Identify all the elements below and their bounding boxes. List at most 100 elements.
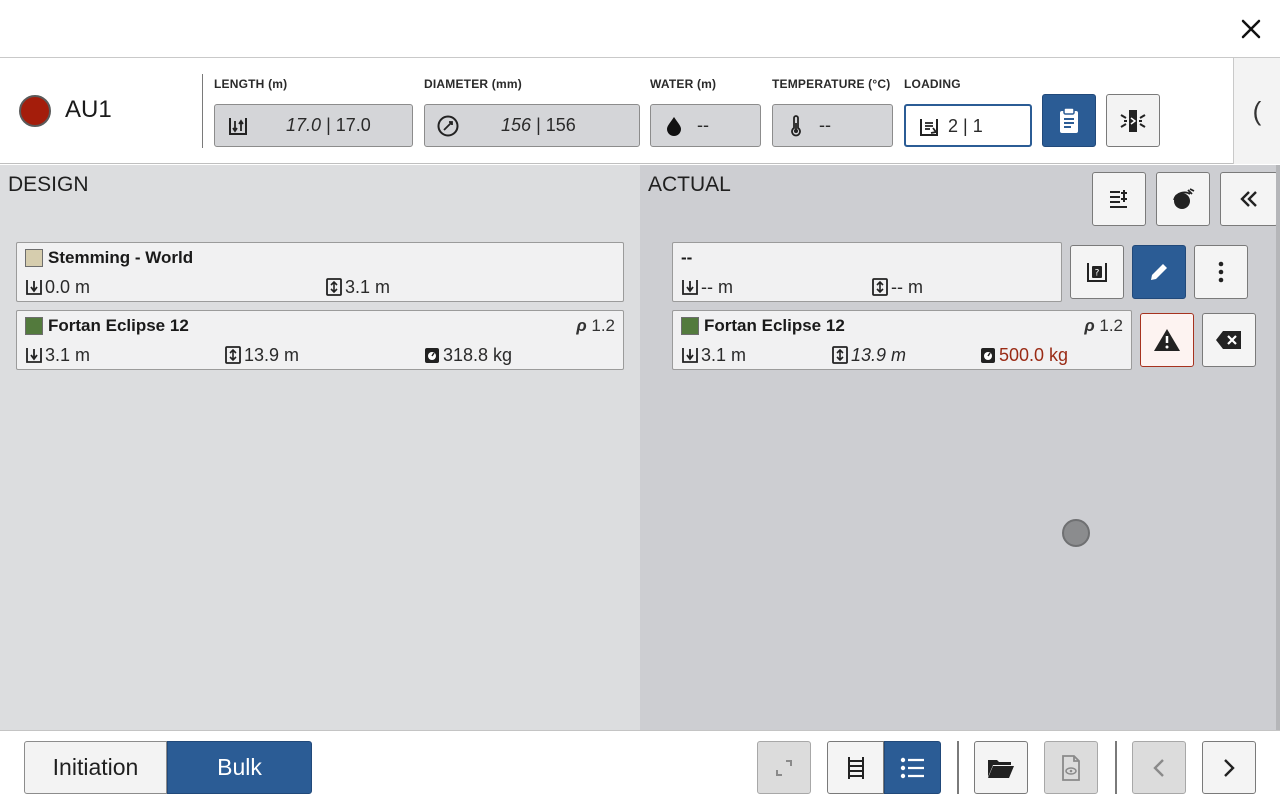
- density-value: 1.2: [591, 316, 615, 335]
- deck-depth-icon: [682, 348, 698, 363]
- scale-weight-icon: [425, 348, 439, 363]
- next-button[interactable]: [1202, 741, 1256, 794]
- deck-length-icon: [872, 278, 888, 296]
- previous-button[interactable]: [1132, 741, 1186, 794]
- hole-length-icon: [229, 118, 247, 135]
- blast-detonate-button[interactable]: [1106, 94, 1160, 147]
- diameter-actual-value: | 156: [536, 115, 576, 135]
- loading-label: LOADING: [904, 77, 961, 91]
- deck-length: 3.1 m: [325, 275, 390, 299]
- deck-length-value: 13.9 m: [851, 344, 907, 365]
- deck-depth: -- m: [681, 275, 733, 299]
- product-unknown-icon: ?: [1087, 263, 1107, 282]
- deck-depth: 0.0 m: [25, 275, 90, 299]
- more-options-button[interactable]: [1194, 245, 1248, 299]
- deck-mass-value: 500.0 kg: [999, 344, 1069, 365]
- clipboard-icon: [1060, 106, 1078, 133]
- diameter-label: DIAMETER (mm): [424, 77, 522, 91]
- deck-depth-value: -- m: [701, 276, 733, 297]
- deck-name: Fortan Eclipse 12: [704, 316, 845, 335]
- temperature-field[interactable]: --: [772, 104, 893, 147]
- deck-length: -- m: [871, 275, 923, 299]
- double-chevron-left-icon: [1240, 191, 1257, 207]
- hole-header: AU1 LENGTH (m) 17.0 | 17.0 DIAMETER (mm)…: [0, 58, 1280, 164]
- length-actual-value: | 17.0: [326, 115, 371, 135]
- open-folder-button[interactable]: [974, 741, 1028, 794]
- collapse-panel-button[interactable]: [1220, 172, 1278, 226]
- deck-color-swatch: [25, 317, 43, 335]
- tab-bulk[interactable]: Bulk: [167, 741, 312, 794]
- svg-text:?: ?: [1095, 269, 1100, 279]
- tab-initiation[interactable]: Initiation: [24, 741, 167, 794]
- water-label: WATER (m): [650, 77, 717, 91]
- actual-title: ACTUAL: [648, 173, 731, 196]
- water-value: --: [697, 115, 709, 135]
- deck-depth-value: 3.1 m: [45, 344, 91, 365]
- deck-mass: 500.0 kg: [979, 343, 1068, 367]
- deck-length: 13.9 m: [224, 343, 299, 367]
- deck-color-swatch: [25, 249, 43, 267]
- deck-depth-icon: [26, 348, 42, 363]
- chevron-right-icon: [1224, 758, 1235, 777]
- chevron-left-icon: [1153, 758, 1164, 777]
- length-field[interactable]: 17.0 | 17.0: [214, 104, 413, 147]
- warning-button[interactable]: [1140, 313, 1194, 367]
- loading-clipboard-button[interactable]: [1042, 94, 1096, 147]
- diameter-field[interactable]: 156 | 156: [424, 104, 640, 147]
- side-panel-toggle[interactable]: (: [1233, 58, 1280, 164]
- loading-deck-icon: [920, 119, 938, 136]
- close-icon: [1241, 19, 1261, 39]
- deck-depth-value: 0.0 m: [45, 276, 91, 297]
- density-symbol: ρ: [576, 316, 587, 335]
- bottom-divider: [957, 741, 959, 794]
- document-preview-icon: [1062, 754, 1080, 781]
- bottom-bar: Initiation Bulk: [0, 730, 1280, 802]
- deck-length-value: 13.9 m: [244, 344, 300, 365]
- deck-depth: 3.1 m: [681, 343, 746, 367]
- ladder-view-button[interactable]: [827, 741, 884, 794]
- deck-length-icon: [225, 346, 241, 364]
- deck-depth-icon: [682, 280, 698, 295]
- folder-open-icon: [988, 759, 1014, 778]
- list-view-button[interactable]: [884, 741, 941, 794]
- water-field[interactable]: --: [650, 104, 761, 147]
- explosive-product-icon: [1173, 188, 1195, 209]
- temperature-value: --: [819, 115, 831, 135]
- ladder-view-icon: [847, 756, 864, 779]
- edit-deck-button[interactable]: [1132, 245, 1186, 299]
- deck-length-icon: [832, 346, 848, 364]
- actual-deck-empty[interactable]: -- -- m -- m: [672, 242, 1062, 302]
- select-product-button[interactable]: ?: [1070, 245, 1124, 299]
- explosive-product-button[interactable]: [1156, 172, 1210, 226]
- side-tab-glyph: (: [1252, 95, 1262, 126]
- drag-handle[interactable]: [1062, 519, 1090, 547]
- loading-value: 2 | 1: [948, 116, 983, 136]
- diameter-design-value: 156: [501, 115, 532, 135]
- diameter-gauge-icon: [437, 115, 459, 137]
- scrollbar[interactable]: [1276, 165, 1280, 730]
- deck-name: Fortan Eclipse 12: [48, 316, 189, 335]
- close-button[interactable]: [1236, 14, 1266, 44]
- more-vertical-icon: [1218, 261, 1224, 283]
- deck-name: --: [681, 248, 693, 267]
- design-title: DESIGN: [8, 173, 89, 196]
- actual-deck-explosive[interactable]: Fortan Eclipse 12 ρ 1.2 3.1 m 13.9 m 500…: [672, 310, 1132, 370]
- deck-depth-value: 3.1 m: [701, 344, 747, 365]
- expand-button[interactable]: [757, 741, 811, 794]
- deck-list-button[interactable]: [1092, 172, 1146, 226]
- temperature-label: TEMPERATURE (°C): [772, 77, 891, 91]
- backspace-icon: [1216, 331, 1241, 349]
- preview-document-button[interactable]: [1044, 741, 1098, 794]
- length-label: LENGTH (m): [214, 77, 288, 91]
- deck-length-icon: [326, 278, 342, 296]
- loading-field[interactable]: 2 | 1: [904, 104, 1032, 147]
- scale-weight-icon: [981, 348, 995, 363]
- water-drop-icon: [667, 117, 681, 136]
- design-panel: DESIGN Stemming - World 0.0 m 3.1 m Fort…: [0, 165, 640, 730]
- delete-deck-button[interactable]: [1202, 313, 1256, 367]
- design-deck-explosive[interactable]: Fortan Eclipse 12 ρ 1.2 3.1 m 13.9 m 318…: [16, 310, 624, 370]
- actual-panel: ACTUAL -- -- m -- m ? Fortan Eclipse 12 …: [640, 165, 1280, 730]
- density-value: 1.2: [1099, 316, 1123, 335]
- design-deck-stemming[interactable]: Stemming - World 0.0 m 3.1 m: [16, 242, 624, 302]
- deck-length-value: 3.1 m: [345, 276, 391, 297]
